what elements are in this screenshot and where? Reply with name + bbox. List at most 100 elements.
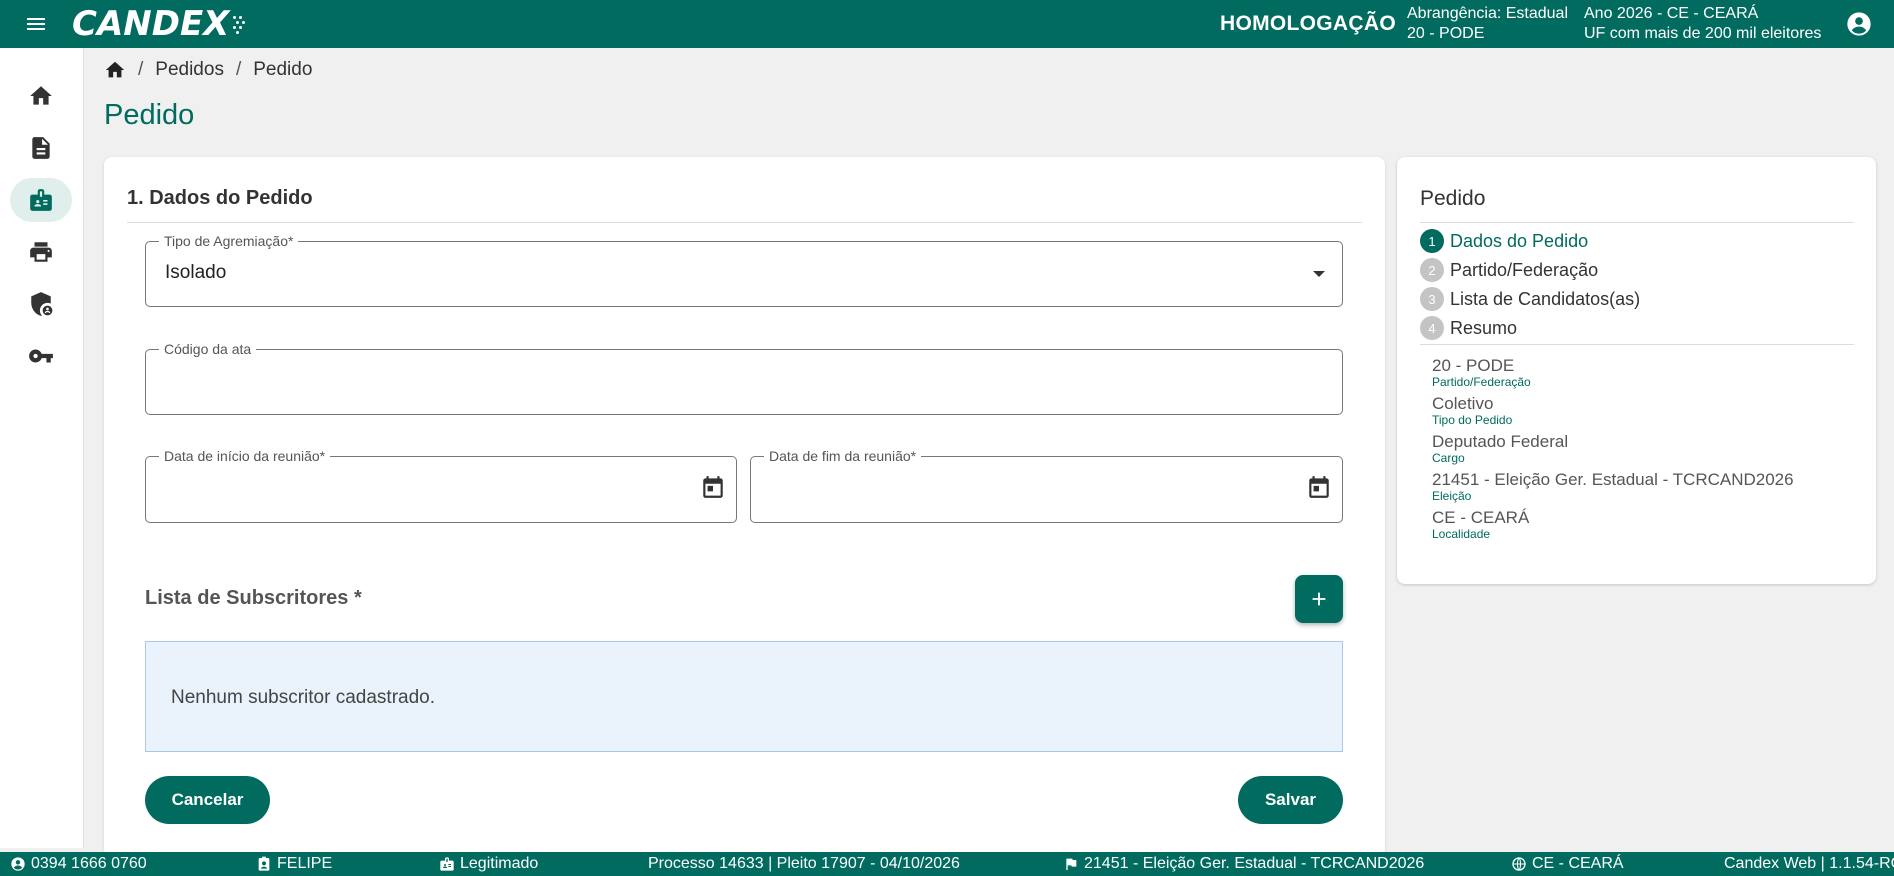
footer-process-text: Processo 14633 | Pleito 17907 - 04/10/20… [648,855,960,872]
info-value: Coletivo [1432,394,1494,413]
info-tipo-pedido: Coletivo Tipo do Pedido [1432,394,1512,427]
breadcrumb-separator: / [235,59,242,80]
tipo-agremiacao-value: Isolado [165,262,227,283]
footer-version-text: Candex Web | 1.1.54-RC [1724,855,1894,872]
tipo-agremiacao-select[interactable]: Tipo de Agremiação* Isolado [145,233,1343,307]
footer-process: Processo 14633 | Pleito 17907 - 04/10/20… [648,855,960,873]
info-label: Partido/Federação [1432,375,1531,389]
calendar-icon[interactable] [1306,474,1332,500]
sidebar-item-security[interactable] [10,282,72,326]
flag-icon [1066,858,1077,870]
printer-icon [30,242,52,262]
divider [1420,222,1854,223]
breadcrumb-item-pedido: Pedido [253,59,313,80]
footer-status-text: Legitimado [460,855,539,872]
calendar-icon[interactable] [700,474,726,500]
info-label: Tipo do Pedido [1432,413,1513,427]
save-button[interactable]: Salvar [1238,776,1343,824]
footer-user-text: FELIPE [277,855,333,872]
footer-status: Legitimado [439,855,538,873]
info-cargo: Deputado Federal Cargo [1432,432,1568,465]
top-bar: CANDEX HOMOLOGAÇÃO Abrangência: Estadual… [0,0,1894,48]
info-label: Eleição [1432,489,1472,503]
step-label: Resumo [1450,317,1518,338]
home-icon[interactable] [104,59,126,81]
section-title: 1. Dados do Pedido [127,187,313,209]
sidebar [0,48,84,848]
data-fim-label: Data de fim da reunião* [764,448,922,464]
data-inicio-label: Data de início da reunião* [159,448,331,464]
cancel-button[interactable]: Cancelar [145,776,270,824]
breadcrumb-item-pedidos[interactable]: Pedidos [155,59,224,81]
breadcrumb-separator: / [138,59,144,80]
scope-info: Abrangência: Estadual 20 - PODE [1407,4,1568,44]
step-number: 1 [1420,229,1444,253]
sidebar-item-keys[interactable] [10,334,72,378]
info-value: Deputado Federal [1432,432,1569,451]
logo-dots-icon [231,12,246,36]
step-dados-pedido[interactable]: 1 Dados do Pedido [1420,229,1588,253]
footer-user: FELIPE [256,855,332,873]
document-icon [32,137,50,159]
app-logo[interactable]: CANDEX [72,4,246,44]
info-label: Cargo [1432,451,1465,465]
footer-phone: 0394 1666 0760 [10,855,147,873]
footer-location: CE - CEARÁ [1511,855,1624,873]
tipo-agremiacao-label: Tipo de Agremiação* [159,233,299,249]
footer-version: Candex Web | 1.1.54-RC [1724,855,1894,873]
logo-text: CANDEX [72,4,230,44]
step-lista-candidatos[interactable]: 3 Lista de Candidatos(as) [1420,287,1640,311]
shield-icon [31,292,53,316]
id-badge-icon [258,856,270,871]
info-value: 20 - PODE [1432,356,1515,375]
add-subscriber-button[interactable] [1295,575,1343,623]
data-fim-field[interactable]: Data de fim da reunião* [750,448,1343,523]
footer-location-text: CE - CEARÁ [1532,855,1624,872]
menu-icon [27,18,45,30]
sidebar-item-home[interactable] [10,74,72,118]
footer-phone-text: 0394 1666 0760 [31,855,147,872]
account-icon[interactable] [1845,10,1873,38]
dropdown-arrow-icon[interactable] [1313,271,1325,277]
footer-election: 21451 - Eleição Ger. Estadual - TCRCAND2… [1063,855,1424,873]
info-localidade: CE - CEARÁ Localidade [1432,508,1529,541]
breadcrumb: / Pedidos / Pedido [104,59,312,81]
globe-icon [1512,857,1526,871]
year-line-1: Ano 2026 - CE - CEARÁ [1584,5,1759,22]
info-label: Localidade [1432,527,1491,541]
sidebar-item-candidates[interactable] [10,178,72,222]
step-label: Dados do Pedido [1450,230,1589,251]
info-value: 21451 - Eleição Ger. Estadual - TCRCAND2… [1432,470,1794,489]
plus-icon [1312,592,1326,606]
info-eleicao: 21451 - Eleição Ger. Estadual - TCRCAND2… [1432,470,1794,503]
step-number: 4 [1420,316,1444,340]
subscribers-title: Lista de Subscritores * [145,587,362,609]
empty-message: Nenhum subscritor cadastrado. [171,687,436,708]
year-info: Ano 2026 - CE - CEARÁ UF com mais de 200… [1584,4,1821,44]
step-label: Lista de Candidatos(as) [1450,288,1641,309]
page-title: Pedido [104,99,195,131]
summary-title: Pedido [1420,187,1486,210]
info-value: CE - CEARÁ [1432,508,1530,527]
sidebar-item-print[interactable] [10,230,72,274]
divider [127,222,1362,223]
year-line-2: UF com mais de 200 mil eleitores [1584,25,1822,42]
step-number: 3 [1420,287,1444,311]
account-circle-icon [11,857,25,871]
status-footer: 0394 1666 0760 FELIPE Legitimado Process… [0,852,1894,876]
badge-icon [30,189,52,211]
badge-icon [440,857,454,871]
step-number: 2 [1420,258,1444,282]
order-form-card: 1. Dados do Pedido Tipo de Agremiação* I… [104,157,1385,857]
sidebar-item-documents[interactable] [10,126,72,170]
environment-label: HOMOLOGAÇÃO [1220,12,1396,35]
step-partido-federacao[interactable]: 2 Partido/Federação [1420,258,1598,282]
step-label: Partido/Federação [1450,259,1599,280]
step-resumo[interactable]: 4 Resumo [1420,316,1517,340]
codigo-ata-field[interactable]: Código da ata [145,341,1343,415]
codigo-ata-label: Código da ata [159,341,257,357]
divider [1420,344,1854,345]
data-inicio-field[interactable]: Data de início da reunião* [145,448,737,523]
menu-button[interactable] [0,0,72,48]
key-icon [29,349,53,363]
